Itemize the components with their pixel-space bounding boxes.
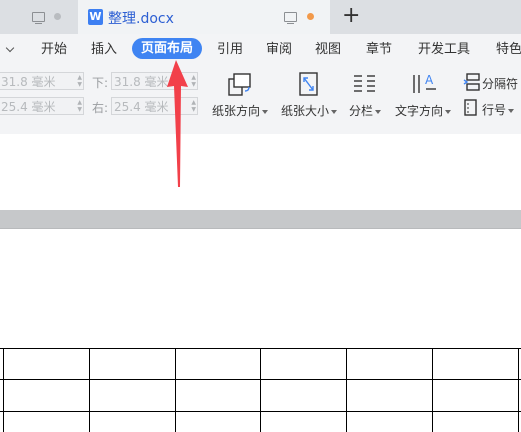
dropdown-caret-icon [331,109,338,114]
menu-references[interactable]: 引用 [217,41,243,58]
menu-review[interactable]: 审阅 [266,41,292,58]
document-tab-active[interactable]: W 整理.docx [78,0,330,34]
tab-bar: W 整理.docx + [0,0,521,34]
new-tab-plus-icon[interactable]: + [342,3,360,29]
text-direction-button[interactable]: 文字方向 [395,102,452,119]
left-margin-field[interactable]: 25.4 毫米 ▲ ▼ [0,97,84,115]
line-numbers-button[interactable]: 行号 [482,101,515,118]
menu-page-layout[interactable]: 页面布局 [132,38,203,59]
line-numbers-icon[interactable] [463,99,479,117]
menu-special[interactable]: 特色 [496,41,521,58]
status-dot-icon [54,13,61,20]
bottom-margin-label: 下: [92,76,109,90]
document-table[interactable] [0,348,521,432]
document-tab-title: 整理.docx [108,11,174,27]
unsaved-dot-icon [307,13,314,20]
spinner-icon[interactable]: ▲ ▼ [77,99,82,113]
page-layout-ribbon: 31.8 毫米 ▲ ▼ 25.4 毫米 ▲ ▼ 下: 右: 31.8 毫米 ▲ ▼ 2… [0,64,521,134]
chevron-down-icon[interactable] [5,43,15,53]
document-page-1-bottom[interactable] [0,134,521,210]
menu-developer-tools[interactable]: 开发工具 [418,41,470,58]
text-direction-icon[interactable]: A [410,70,438,96]
right-margin-label: 右: [92,101,109,115]
breaks-button[interactable]: 分隔符 [482,75,518,92]
page-gap [0,210,521,229]
columns-button[interactable]: 分栏 [349,102,382,119]
dropdown-caret-icon [445,109,452,114]
previous-tab[interactable] [0,0,76,34]
svg-text:A: A [425,73,434,87]
top-margin-field[interactable]: 31.8 毫米 ▲ ▼ [0,72,84,90]
paper-size-icon[interactable] [296,70,322,98]
columns-icon[interactable] [352,72,378,96]
page-break-icon[interactable] [463,73,481,91]
menu-home[interactable]: 开始 [41,41,67,58]
menu-view[interactable]: 视图 [315,41,341,58]
monitor-icon [284,12,297,25]
paper-size-button[interactable]: 纸张大小 [281,102,338,119]
dropdown-caret-icon [262,109,269,114]
spinner-icon[interactable]: ▲ ▼ [77,74,82,88]
page-orientation-button[interactable]: 纸张方向 [212,102,269,119]
dropdown-caret-icon [375,109,382,114]
monitor-icon [32,12,45,25]
menu-insert[interactable]: 插入 [91,41,117,58]
page-orientation-icon[interactable] [226,70,254,98]
dropdown-caret-icon [508,108,515,113]
word-document-icon: W [88,9,103,25]
menu-bar: 开始 插入 页面布局 引用 审阅 视图 章节 开发工具 特色 [0,34,521,64]
menu-sections[interactable]: 章节 [366,41,392,58]
annotation-arrow-icon [167,60,188,187]
